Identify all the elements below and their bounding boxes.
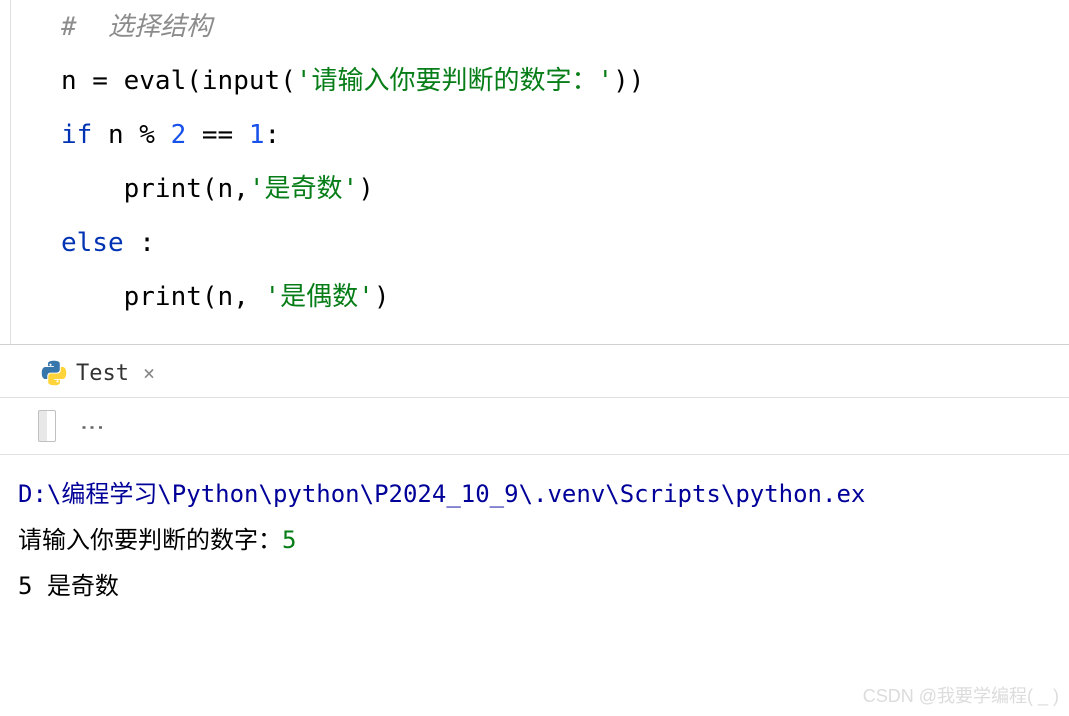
layout-toggle-button[interactable] <box>38 410 56 442</box>
run-tab[interactable]: Test × <box>30 355 165 391</box>
code-editor: # 选择结构 n = eval(input('请输入你要判断的数字：')) if… <box>10 0 1069 344</box>
user-input: 5 <box>282 526 296 554</box>
terminal-output[interactable]: D:\编程学习\Python\python\P2024_10_9\.venv\S… <box>0 455 1069 625</box>
result-line: 5 是奇数 <box>18 563 1051 609</box>
terminal-toolbar: ⋮ <box>0 398 1069 455</box>
watermark: CSDN @我要学编程( _ ) <box>863 682 1059 708</box>
execution-path: D:\编程学习\Python\python\P2024_10_9\.venv\S… <box>18 471 1051 517</box>
code-line-6: print(n, '是偶数') <box>61 270 1069 324</box>
code-line-1: # 选择结构 <box>61 0 1069 54</box>
python-icon <box>40 359 68 387</box>
code-line-5: else : <box>61 216 1069 270</box>
prompt-line: 请输入你要判断的数字：5 <box>18 517 1051 563</box>
code-line-2: n = eval(input('请输入你要判断的数字：')) <box>61 54 1069 108</box>
code-line-4: print(n,'是奇数') <box>61 162 1069 216</box>
close-icon[interactable]: × <box>143 361 155 385</box>
terminal-panel: Test × ⋮ D:\编程学习\Python\python\P2024_10_… <box>0 344 1069 625</box>
comment-hash: # 选择结构 <box>61 12 212 42</box>
tab-label: Test <box>76 361 129 386</box>
tab-bar: Test × <box>0 345 1069 398</box>
more-icon[interactable]: ⋮ <box>79 416 107 437</box>
code-line-3: if n % 2 == 1: <box>61 108 1069 162</box>
